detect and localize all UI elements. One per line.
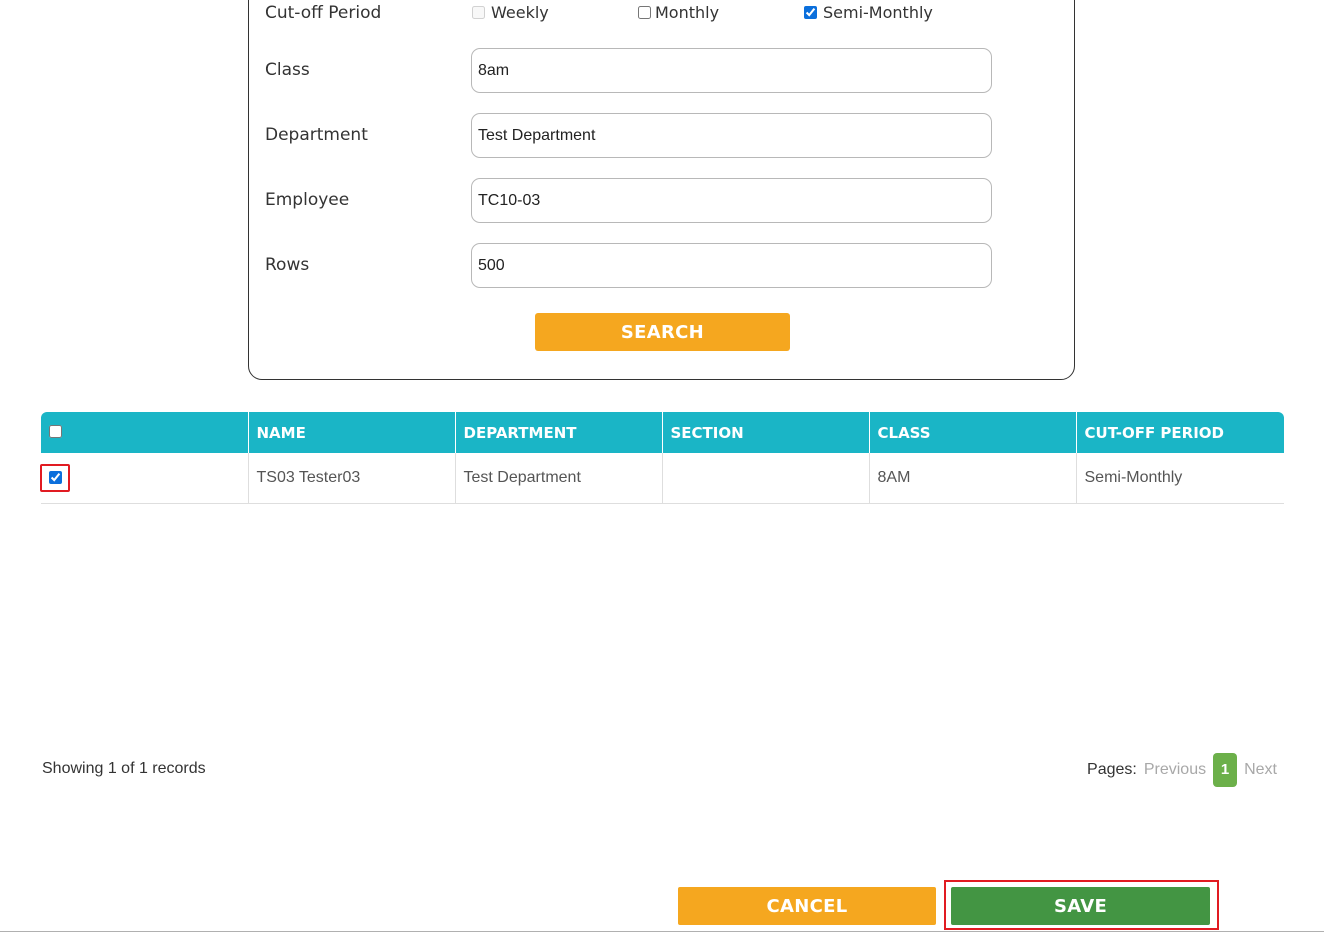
- page: Cut-off Period Weekly Monthly Semi-Month…: [0, 0, 1324, 932]
- column-header-department[interactable]: DEPARTMENT: [454, 412, 662, 453]
- select-all-header: [41, 412, 248, 453]
- cutoff-semi-monthly-label: Semi-Monthly: [823, 3, 933, 22]
- cutoff-semi-monthly-checkbox[interactable]: [804, 6, 817, 19]
- pages-label: Pages:: [1087, 761, 1137, 778]
- table-header-row: NAME DEPARTMENT SECTION CLASS CUT-OFF PE…: [41, 412, 1284, 453]
- cutoff-monthly-label: Monthly: [655, 3, 720, 22]
- employee-input[interactable]: [471, 178, 992, 223]
- row-checkbox[interactable]: [48, 471, 62, 485]
- cutoff-semi-monthly-option[interactable]: Semi-Monthly: [804, 3, 933, 22]
- column-header-name[interactable]: NAME: [247, 412, 455, 453]
- class-label: Class: [265, 60, 310, 80]
- cutoff-period-label: Cut-off Period: [265, 3, 382, 23]
- search-button[interactable]: SEARCH: [535, 313, 790, 351]
- results-table: NAME DEPARTMENT SECTION CLASS CUT-OFF PE…: [40, 412, 1284, 504]
- pagination: Pages: Previous 1 Next: [1087, 753, 1277, 787]
- cell-department: Test Department: [454, 453, 662, 504]
- employee-label: Employee: [265, 190, 350, 210]
- cancel-button[interactable]: CANCEL: [678, 887, 936, 925]
- row-select-cell: [40, 453, 248, 504]
- next-page-link[interactable]: Next: [1244, 761, 1277, 779]
- department-input[interactable]: [471, 113, 992, 158]
- column-header-cutoff-period[interactable]: CUT-OFF PERIOD: [1075, 412, 1284, 453]
- class-input[interactable]: [471, 48, 992, 93]
- department-label: Department: [265, 125, 368, 145]
- cutoff-weekly-checkbox[interactable]: [472, 6, 485, 19]
- rows-input[interactable]: [471, 243, 992, 288]
- save-button[interactable]: SAVE: [951, 887, 1210, 925]
- cutoff-monthly-checkbox[interactable]: [638, 6, 651, 19]
- column-header-section[interactable]: SECTION: [661, 412, 869, 453]
- table-row[interactable]: TS03 Tester03 Test Department 8AM Semi-M…: [40, 453, 1284, 504]
- select-all-checkbox[interactable]: [49, 424, 62, 438]
- cutoff-monthly-option[interactable]: Monthly: [638, 3, 719, 22]
- cutoff-weekly-label: Weekly: [491, 3, 549, 22]
- column-header-class[interactable]: CLASS: [868, 412, 1076, 453]
- cutoff-weekly-option[interactable]: Weekly: [472, 3, 549, 22]
- rows-label: Rows: [265, 255, 310, 275]
- cell-cutoff-period: Semi-Monthly: [1075, 453, 1284, 504]
- cell-name: TS03 Tester03: [247, 453, 455, 504]
- records-count: Showing 1 of 1 records: [42, 760, 206, 777]
- previous-page-link[interactable]: Previous: [1144, 761, 1206, 779]
- row-checkbox-highlight: [40, 463, 70, 492]
- current-page-button[interactable]: 1: [1213, 753, 1238, 787]
- cell-class: 8AM: [868, 453, 1076, 504]
- cell-section: [661, 453, 869, 504]
